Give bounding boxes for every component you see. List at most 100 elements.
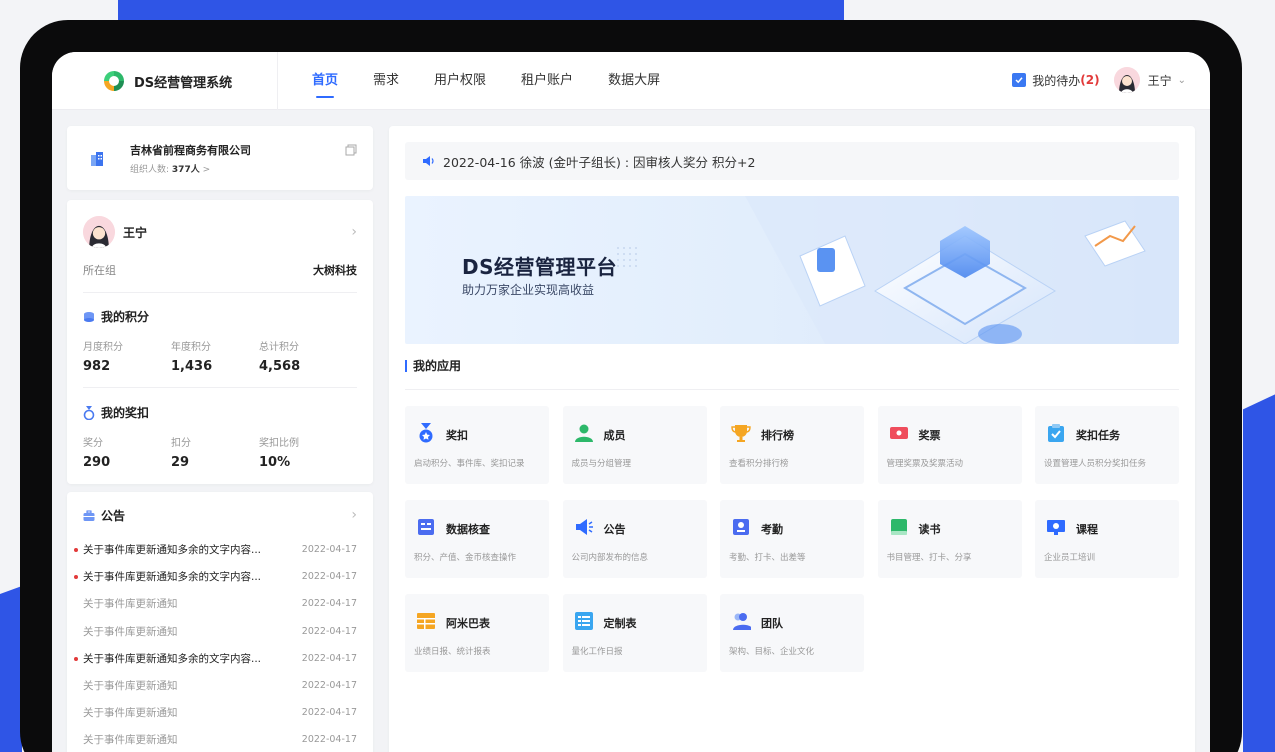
member-count-arrow[interactable]: > [203,165,211,175]
divider [83,292,357,293]
notice-list: 关于事件库更新通知多余的文字内容... 2022-04-17 关于事件库更新通知多余… [67,536,357,752]
app-tile-description: 积分、产值、金币核查操作 [414,553,517,563]
chevron-right-icon[interactable]: › [351,507,357,523]
notice-item-title: 关于事件库更新通知多余的文字内容... [83,571,262,584]
stat-label: 月度积分 [83,342,123,353]
app-tile[interactable]: 读书 书目管理、打卡、分享 [877,500,1022,578]
main-panel: 2022-04-16 徐波 (金叶子组长) : 因审核人奖分 积分+2 DS经营… [389,126,1195,752]
profile-card: 王宁 › 所在组 大树科技 我的积分 月度积分 982 年度积分 1,436 总… [67,200,373,484]
company-name: 吉林省前程商务有限公司 [130,144,251,157]
table-icon [416,611,436,631]
app-tile-description: 业绩日报、统计报表 [414,647,491,657]
rewards-section-title: 我的奖扣 [83,404,149,421]
notice-item-date: 2022-04-17 [301,598,357,610]
app-tile-name: 奖扣任务 [1076,429,1120,442]
user-name[interactable]: 王宁 [1148,72,1172,89]
announcement-text: 2022-04-16 徐波 (金叶子组长) : 因审核人奖分 积分+2 [443,154,756,170]
notice-header[interactable]: 公告 › [83,507,357,524]
stat-label: 总计积分 [259,342,299,353]
app-tile-description: 设置管理人员积分奖扣任务 [1044,459,1147,469]
profile-header[interactable]: 王宁 › [83,216,357,248]
chevron-down-icon[interactable]: ⌄ [1178,75,1186,86]
notice-item-date: 2022-04-17 [301,652,357,664]
stat-label: 年度积分 [171,342,211,353]
app-tile[interactable]: 定制表 量化工作日报 [562,594,707,672]
nav-item-requirements[interactable]: 需求 [363,52,409,110]
stat-total-points: 总计积分 4,568 [259,338,300,374]
notice-title: 公告 [101,509,126,523]
app-tile-name: 公告 [603,523,626,536]
app-tile[interactable]: 课程企业员工培训 [1035,500,1179,578]
points-title: 我的积分 [101,310,150,324]
data-check-icon [416,517,436,537]
notice-item-title: 关于事件库更新通知多余的文字内容... [83,652,262,665]
todo-label[interactable]: 我的待办 [1032,72,1080,89]
notice-item-title: 关于事件库更新通知 [83,734,178,747]
rewards-title: 我的奖扣 [101,406,150,420]
notice-item[interactable]: 关于事件库更新通知多余的文字内容... 2022-04-17 [67,645,357,672]
brand[interactable]: DS经营管理系统 [102,69,232,93]
app-tile[interactable]: 阿米巴表 业绩日报、统计报表 [405,594,549,672]
group-label: 所在组 [83,264,116,277]
app-tile-description: 企业员工培训 [1044,553,1096,563]
nav-item-home[interactable]: 首页 [302,52,348,110]
copy-icon[interactable] [345,144,357,156]
notice-item-title: 关于事件库更新通知多余的文字内容... [83,544,262,557]
medal-icon [416,423,436,443]
announcement-bar[interactable]: 2022-04-16 徐波 (金叶子组长) : 因审核人奖分 积分+2 [405,142,1179,180]
app-tile-name: 数据核查 [446,523,490,536]
app-tile-name: 排行榜 [761,429,794,442]
app-tile[interactable]: 团队架构、目标、企业文化 [720,594,864,672]
app-tile[interactable]: 奖扣任务设置管理人员积分奖扣任务 [1035,406,1179,484]
todo-checkbox-icon [1012,73,1027,87]
stat-reward-points: 奖分 290 [83,434,171,470]
nav-item-data-screen[interactable]: 数据大屏 [598,52,670,110]
app-tile-name: 课程 [1076,523,1098,536]
building-icon [91,152,103,166]
notice-item[interactable]: 关于事件库更新通知 2022-04-17 [67,699,357,726]
app-tile-description: 公司内部发布的信息 [571,553,649,563]
notice-item[interactable]: 关于事件库更新通知 2022-04-17 [67,618,357,645]
chevron-right-icon[interactable]: › [351,224,357,240]
promo-banner[interactable]: DS经营管理平台 助力万家企业实现高收益 [405,196,1179,344]
app-tile[interactable]: 考勤 考勤、打卡、出差等 [720,500,864,578]
notice-item[interactable]: 关于事件库更新通知 2022-04-17 [67,672,357,699]
app-tile[interactable]: 数据核查积分、产值、金币核查操作 [405,500,549,578]
app-tile[interactable]: 成员 成员与分组管理 [562,406,707,484]
app-tile[interactable]: 公告公司内部发布的信息 [562,500,707,578]
nav-item-tenant-accounts[interactable]: 租户账户 [511,52,583,110]
notice-item-title: 关于事件库更新通知 [83,680,178,693]
team-icon [731,611,753,631]
stat-value: 10% [259,455,291,470]
notice-item-date: 2022-04-17 [301,544,357,556]
profile-avatar [83,216,115,248]
backdrop-shape-right [1243,390,1275,752]
company-member-count: 组织人数: 377人 > [130,162,210,175]
ticket-icon [889,423,909,443]
company-card[interactable]: 吉林省前程商务有限公司 组织人数: 377人 > [67,126,373,190]
user-avatar[interactable] [1113,67,1140,93]
notice-item[interactable]: 关于事件库更新通知多余的文字内容... 2022-04-17 [67,536,357,563]
app-tile-name: 团队 [761,617,783,630]
notice-card: 公告 › 关于事件库更新通知多余的文字内容... 2022-04-17 关于事件库更… [67,492,373,752]
app-tile[interactable]: 排行榜 查看积分排行榜 [720,406,864,484]
attendance-icon [731,517,751,537]
course-icon [1046,517,1066,537]
coins-icon [84,311,94,322]
apps-section-title: 我的应用 [405,360,461,372]
member-count-label: 组织人数: [130,165,170,175]
stat-reward-ratio: 奖扣比例 10% [259,434,299,470]
nav-item-user-permissions[interactable]: 用户权限 [424,52,496,110]
member-icon [574,423,594,443]
notice-item[interactable]: 关于事件库更新通知多余的文字内容... 2022-04-17 [67,563,357,590]
points-section-title: 我的积分 [83,308,149,325]
member-count-value: 377人 [171,165,200,175]
app-tile-description: 启动积分、事件库、奖扣记录 [414,459,525,469]
app-tile[interactable]: 奖扣 启动积分、事件库、奖扣记录 [405,406,549,484]
app-tile[interactable]: 奖票 管理奖票及奖票活动 [877,406,1022,484]
app-tile-description: 架构、目标、企业文化 [729,647,815,657]
notice-item[interactable]: 关于事件库更新通知 2022-04-17 [67,726,357,752]
app-tile-name: 成员 [603,429,626,442]
notice-item[interactable]: 关于事件库更新通知 2022-04-17 [67,590,357,617]
top-navigation-bar: DS经营管理系统 首页 需求 用户权限 租户账户 数据大屏 我的待办 (2) 王… [52,52,1210,110]
